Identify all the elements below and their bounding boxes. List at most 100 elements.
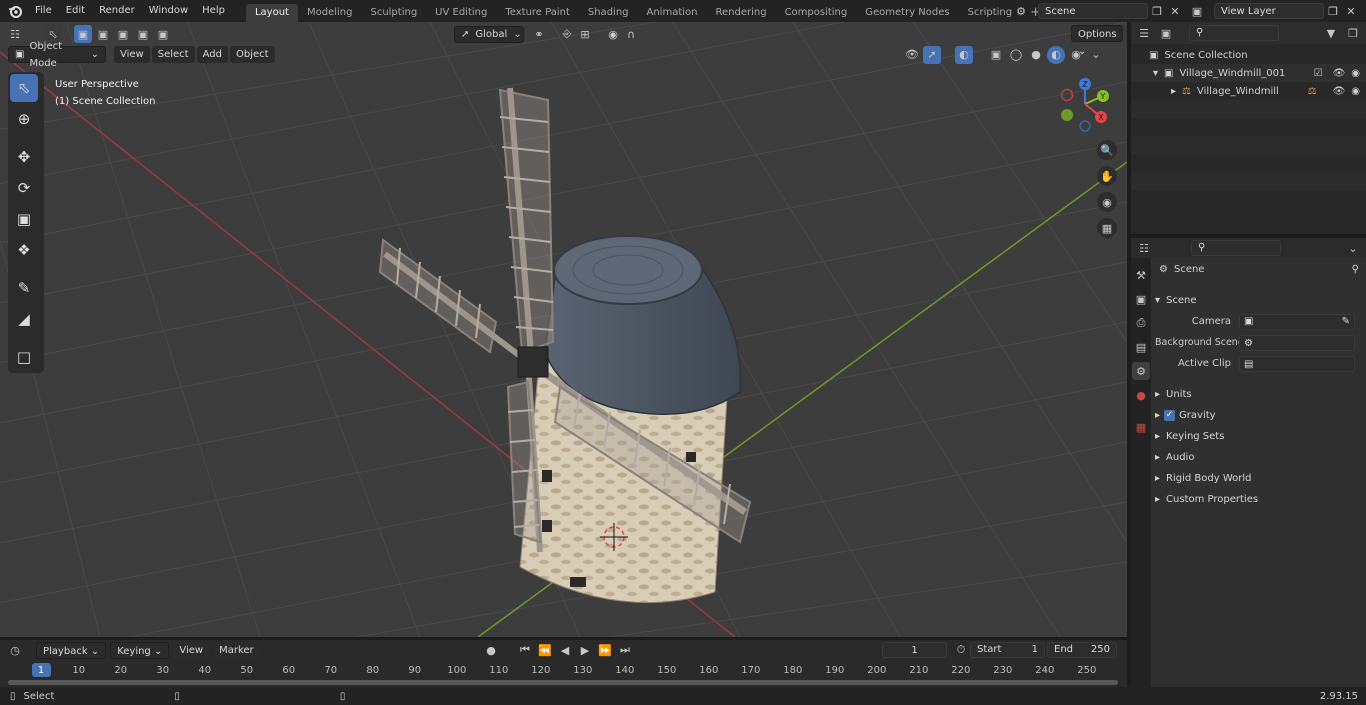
tab-geometry-nodes[interactable]: Geometry Nodes xyxy=(856,4,958,22)
shading-material-icon[interactable]: ◐ xyxy=(1047,45,1065,64)
outliner-editor-icon[interactable]: ☰ xyxy=(1135,24,1153,42)
camera-render-icon[interactable]: ◉ xyxy=(1351,86,1360,97)
view-layer-icon[interactable]: ▣ xyxy=(1188,2,1206,20)
shading-wireframe-icon[interactable]: ◯ xyxy=(1007,46,1025,64)
panel-gravity[interactable]: ▸ ✓ Gravity xyxy=(1155,405,1361,426)
expand-arrow-icon[interactable]: ▸ xyxy=(1171,86,1176,97)
transform-orientation-dropdown[interactable]: ➚ Global ⌄ xyxy=(454,25,524,43)
camera-field[interactable]: ▣ ✎ xyxy=(1239,313,1355,330)
scene-name-field[interactable]: Scene xyxy=(1038,3,1148,19)
outliner-search-input[interactable]: ⚲ xyxy=(1189,25,1279,41)
panel-audio[interactable]: ▸ Audio xyxy=(1155,447,1361,468)
timeline-menu-view[interactable]: View xyxy=(173,641,210,659)
panel-custom-properties[interactable]: ▸ Custom Properties xyxy=(1155,489,1361,510)
add-cube-tool-icon[interactable]: □ xyxy=(10,343,38,371)
viewport-menu-add[interactable]: Add xyxy=(196,46,228,63)
background-scene-field[interactable]: ⚙ xyxy=(1239,334,1355,351)
panel-units[interactable]: ▸ Units xyxy=(1155,384,1361,405)
move-tool-icon[interactable]: ✥ xyxy=(10,143,38,171)
gravity-checkbox[interactable]: ✓ xyxy=(1164,410,1176,421)
menu-edit[interactable]: Edit xyxy=(59,0,92,22)
jump-start-icon[interactable]: ⏮ xyxy=(516,641,534,659)
timeline-scroll-thumb[interactable] xyxy=(8,680,1118,685)
output-tab-icon[interactable]: ⎙ xyxy=(1132,314,1150,332)
eye-icon[interactable]: 👁 xyxy=(1333,68,1346,79)
3d-viewport[interactable]: Z Y X 🔍 ✋ ◉ ▦ User Perspective (1) Scene… xyxy=(0,22,1127,637)
annotate-tool-icon[interactable]: ✎ xyxy=(10,274,38,302)
stopwatch-icon[interactable]: ⏱ xyxy=(952,641,970,659)
snap-target-icon[interactable]: ⊞ xyxy=(576,25,594,43)
outliner-row-collection[interactable]: ▾ ▣ Village_Windmill_001 ☑ 👁 ◉ xyxy=(1131,64,1366,82)
panel-keying-sets[interactable]: ▸ Keying Sets xyxy=(1155,426,1361,447)
perspective-toggle-icon[interactable]: ▦ xyxy=(1097,218,1117,238)
prev-keyframe-icon[interactable]: ⏪ xyxy=(536,641,554,659)
measure-tool-icon[interactable]: ◢ xyxy=(10,305,38,333)
viewport-menu-select[interactable]: Select xyxy=(151,46,195,63)
pin-icon[interactable]: ⚲ xyxy=(1352,264,1359,275)
new-collection-icon[interactable]: ❐ xyxy=(1344,24,1362,42)
tab-animation[interactable]: Animation xyxy=(638,4,707,22)
texture-tab-icon[interactable]: ▦ xyxy=(1132,418,1150,436)
jump-end-icon[interactable]: ⏭ xyxy=(616,641,634,659)
select-intersect-icon[interactable]: ▣ xyxy=(154,25,172,43)
select-extend-icon[interactable]: ▣ xyxy=(94,25,112,43)
scene-tab-icon[interactable]: ⚙ xyxy=(1132,362,1150,380)
scale-tool-icon[interactable]: ▣ xyxy=(10,205,38,233)
play-reverse-icon[interactable]: ◀ xyxy=(556,641,574,659)
view-layer-tab-icon[interactable]: ▤ xyxy=(1132,338,1150,356)
shading-solid-icon[interactable]: ● xyxy=(1027,46,1045,64)
active-clip-field[interactable]: ▤ xyxy=(1239,355,1355,372)
gizmo-toggle-icon[interactable]: ➚ xyxy=(923,45,941,64)
tab-modeling[interactable]: Modeling xyxy=(298,4,362,22)
snap-icon[interactable]: ⎆ xyxy=(558,25,576,43)
properties-search-input[interactable]: ⚲ xyxy=(1191,240,1281,256)
current-frame-field[interactable]: 1 xyxy=(882,642,947,658)
shading-rendered-icon[interactable]: ◉ xyxy=(1067,46,1085,64)
pan-hand-icon[interactable]: ✋ xyxy=(1097,166,1117,186)
tab-shading[interactable]: Shading xyxy=(579,4,638,22)
delete-view-layer-icon[interactable]: ✕ xyxy=(1342,2,1360,20)
mode-dropdown[interactable]: ▣ Object Mode ⌄ xyxy=(8,41,106,69)
menu-window[interactable]: Window xyxy=(142,0,195,22)
tab-texture-paint[interactable]: Texture Paint xyxy=(496,4,579,22)
select-box-tool-icon[interactable]: ⬁ xyxy=(10,74,38,102)
tab-rendering[interactable]: Rendering xyxy=(706,4,775,22)
rotate-tool-icon[interactable]: ⟳ xyxy=(10,174,38,202)
tab-sculpting[interactable]: Sculpting xyxy=(361,4,426,22)
view-layer-field[interactable]: View Layer xyxy=(1214,3,1324,19)
transform-tool-icon[interactable]: ❖ xyxy=(10,236,38,264)
visibility-icon[interactable]: 👁 xyxy=(903,46,921,64)
tab-layout[interactable]: Layout xyxy=(245,4,298,22)
scene-panel-header[interactable]: ▾ Scene xyxy=(1155,290,1361,311)
panel-rigid-body-world[interactable]: ▸ Rigid Body World xyxy=(1155,468,1361,489)
shading-options-icon[interactable]: ⌄ xyxy=(1087,46,1105,64)
play-icon[interactable]: ▶ xyxy=(576,641,594,659)
render-tab-icon[interactable]: ▣ xyxy=(1132,290,1150,308)
scene-icon[interactable]: ⚙ xyxy=(1012,2,1030,20)
options-dropdown[interactable]: Options ⌄ xyxy=(1071,25,1123,57)
filter-icon[interactable]: ▼ xyxy=(1322,24,1340,42)
falloff-icon[interactable]: ∩ xyxy=(622,25,640,43)
select-subtract-icon[interactable]: ▣ xyxy=(114,25,132,43)
menu-file[interactable]: File xyxy=(28,0,59,22)
end-frame-field[interactable]: End 250 xyxy=(1047,642,1117,658)
editor-type-icon[interactable]: ☷ xyxy=(6,25,24,43)
menu-help[interactable]: Help xyxy=(195,0,232,22)
exclude-checkbox-icon[interactable]: ☑ xyxy=(1314,68,1323,79)
timeline-menu-playback[interactable]: Playback ⌄ xyxy=(36,641,107,659)
display-mode-icon[interactable]: ▣ xyxy=(1157,24,1175,42)
start-frame-field[interactable]: Start 1 xyxy=(970,642,1045,658)
proportional-edit-icon[interactable]: ◉ xyxy=(604,25,622,43)
timeline-ruler[interactable]: 1 10 20 30 40 50 60 70 80 90 100 110 120 130 140 150 160… xyxy=(0,660,1127,680)
select-invert-icon[interactable]: ▣ xyxy=(134,25,152,43)
eyedropper-icon[interactable]: ✎ xyxy=(1342,314,1350,330)
timeline-menu-keying[interactable]: Keying ⌄ xyxy=(110,641,170,659)
timeline-editor-icon[interactable]: ◷ xyxy=(6,641,24,659)
menu-render[interactable]: Render xyxy=(92,0,142,22)
next-keyframe-icon[interactable]: ⏩ xyxy=(596,641,614,659)
camera-render-icon[interactable]: ◉ xyxy=(1351,68,1360,79)
xray-toggle-icon[interactable]: ▣ xyxy=(987,46,1005,64)
world-tab-icon[interactable]: ● xyxy=(1132,386,1150,404)
outliner-row-scene-collection[interactable]: ▣ Scene Collection xyxy=(1131,46,1366,64)
blender-logo-icon[interactable] xyxy=(6,2,24,20)
